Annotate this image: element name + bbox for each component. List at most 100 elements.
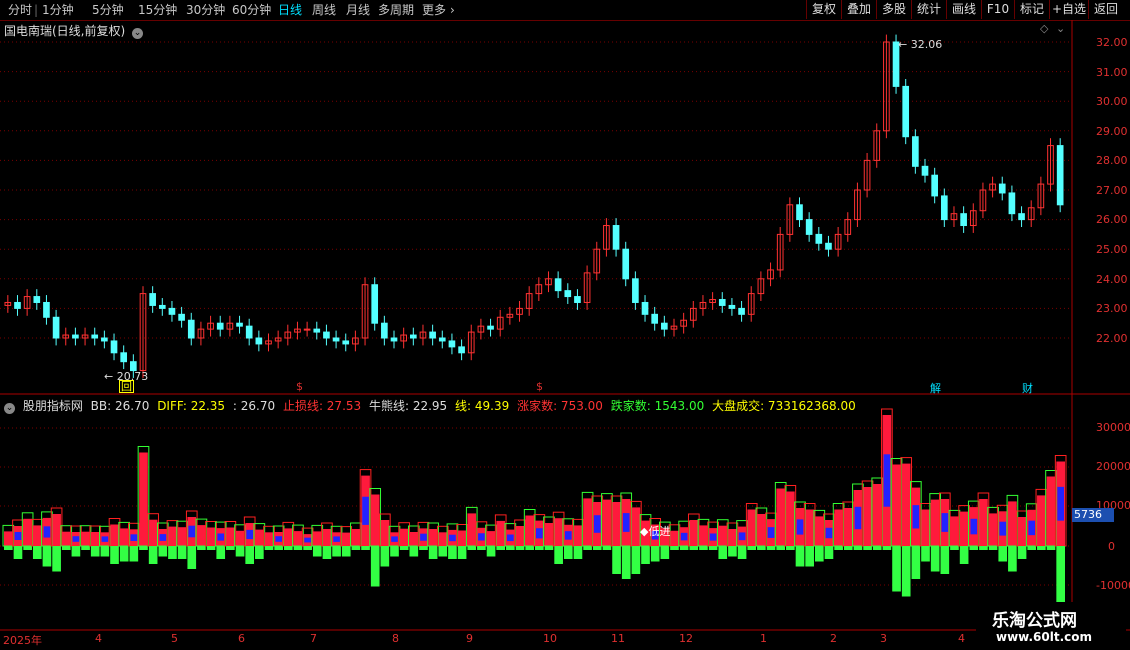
candle-body — [738, 307, 745, 315]
time-tick: 1 — [760, 632, 767, 645]
indicator-up-bar — [4, 531, 13, 546]
indicator-up-bar — [235, 530, 245, 546]
indicator-down-bar — [129, 546, 139, 562]
indicator-up-bar — [728, 529, 737, 546]
indicator-down-bar — [168, 546, 177, 559]
indicator-blue-bar — [333, 536, 340, 542]
indicator-up-bar — [264, 532, 274, 546]
candle-body — [458, 346, 465, 354]
indicator-down-bar — [641, 546, 650, 564]
indicator-up-bar — [670, 530, 679, 546]
indicator-down-bar — [158, 546, 168, 557]
candle-body — [622, 248, 630, 280]
indicator-blue-bar — [1028, 520, 1036, 536]
indicator-value-line: 线: 49.39 — [455, 399, 510, 413]
indicator-down-bar — [399, 546, 409, 550]
indicator-down-bar — [872, 546, 882, 550]
indicator-down-bar — [428, 546, 438, 559]
diamond-icon[interactable]: ◇ — [1040, 22, 1048, 35]
indicator-down-bar — [235, 546, 245, 557]
indicator-up-bar — [1017, 517, 1027, 546]
indicator-up-bar — [90, 532, 100, 546]
indicator-up-bar — [699, 525, 708, 546]
event-marker-dividend[interactable]: $ — [296, 380, 303, 393]
watermark-url: www.60lt.com — [996, 630, 1093, 644]
indicator-down-bar — [950, 546, 959, 550]
indicator-up-bar — [979, 499, 988, 546]
indicator-down-bar — [757, 546, 766, 550]
indicator-up-bar — [544, 523, 554, 546]
candle-body — [487, 325, 494, 330]
candle-body — [651, 313, 659, 324]
indicator-value-decliners: 跌家数: 1543.00 — [610, 399, 705, 413]
time-tick: 9 — [466, 632, 473, 645]
candle-body — [409, 334, 417, 339]
indicator-up-bar — [1008, 501, 1017, 546]
candle-body — [168, 307, 176, 315]
candle-body — [52, 316, 60, 339]
indicator-up-bar — [341, 532, 351, 546]
indicator-down-bar — [274, 546, 283, 550]
indicator-down-bar — [1017, 546, 1027, 559]
indicator-up-bar — [23, 518, 32, 546]
indicator-down-bar — [998, 546, 1008, 562]
indicator-down-bar — [1027, 546, 1037, 550]
indicator-down-bar — [264, 546, 274, 550]
chevron-down-icon[interactable]: ⌄ — [132, 28, 144, 39]
indicator-up-bar — [197, 525, 206, 546]
indicator-up-bar — [988, 513, 998, 546]
indicator-up-bar — [61, 531, 71, 546]
indicator-down-bar — [390, 546, 399, 557]
indicator-up-bar — [612, 502, 621, 546]
indicator-down-bar — [708, 546, 718, 550]
indicator-up-bar — [438, 532, 448, 546]
indicator-down-bar — [660, 546, 670, 559]
candle-body — [574, 296, 581, 303]
price-tick: 28.00 — [1096, 154, 1128, 167]
indicator-down-bar — [4, 546, 13, 550]
indicator-down-bar — [52, 546, 61, 572]
indicator-down-bar — [42, 546, 52, 567]
indicator-down-bar — [824, 546, 834, 559]
chevron-down-icon[interactable]: ⌄ — [4, 403, 15, 414]
indicator-blue-bar — [709, 533, 717, 541]
indicator-blue-bar — [622, 513, 630, 532]
indicator-down-bar — [940, 546, 950, 574]
candle-body — [381, 322, 388, 339]
event-marker-unlock[interactable]: 解 — [930, 380, 941, 396]
time-tick: 7 — [310, 632, 317, 645]
indicator-blue-bar — [999, 521, 1007, 536]
indicator-down-bar — [322, 546, 332, 559]
indicator-name[interactable]: 股朋指标网 — [23, 399, 83, 413]
candle-body — [998, 183, 1006, 194]
candle-body — [728, 304, 736, 309]
indicator-down-bar — [573, 546, 583, 559]
candle-body — [429, 331, 436, 339]
candle-body — [178, 313, 185, 321]
candle-body — [33, 296, 41, 303]
indicator-blue-bar — [130, 534, 138, 541]
indicator-down-bar — [226, 546, 235, 550]
indicator-up-bar — [757, 514, 766, 546]
event-marker-finance[interactable]: 财 — [1022, 380, 1033, 396]
low-entry-annotation: ◆低进 — [640, 525, 671, 538]
indicator-up-bar — [293, 531, 303, 546]
indicator-up-bar — [554, 518, 563, 546]
indicator-up-bar — [351, 529, 361, 546]
chevron-down-icon[interactable]: ⌄ — [1056, 22, 1065, 35]
candle-body — [912, 136, 919, 167]
event-marker-review[interactable]: 回 — [119, 380, 134, 393]
high-price-value: 32.06 — [910, 38, 943, 51]
event-marker-dividend[interactable]: $ — [536, 380, 543, 393]
indicator-up-bar — [312, 531, 322, 546]
indicator-up-bar — [805, 509, 814, 546]
indicator-up-bar — [747, 509, 757, 546]
candle-body — [110, 340, 118, 354]
indicator-up-bar — [168, 526, 177, 546]
price-tick: 32.00 — [1096, 36, 1128, 49]
time-tick: 2 — [830, 632, 837, 645]
indicator-down-bar — [650, 546, 660, 562]
time-tick: 5 — [171, 632, 178, 645]
indicator-down-bar — [911, 546, 921, 579]
kline-chart[interactable] — [0, 0, 1130, 650]
